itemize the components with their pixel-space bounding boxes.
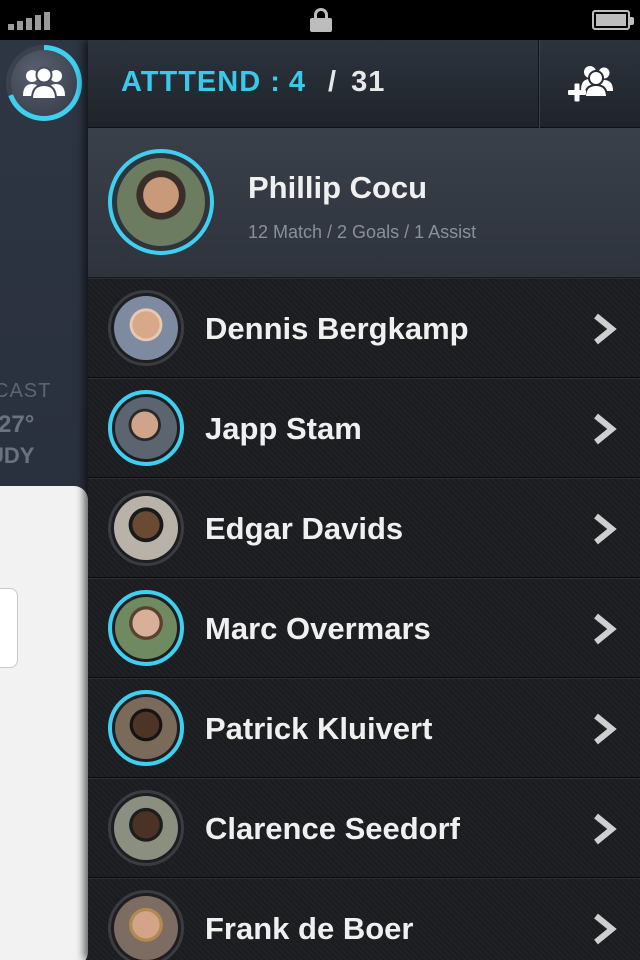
player-list: Dennis Bergkamp Japp Stam Edgar Davids Marc… <box>88 278 640 960</box>
player-avatar <box>108 490 184 566</box>
team-button[interactable] <box>6 45 82 121</box>
side-card <box>0 486 88 960</box>
status-bar <box>0 0 640 40</box>
player-row[interactable]: Japp Stam <box>88 378 640 478</box>
attend-total: 31 <box>351 66 386 98</box>
player-avatar <box>108 890 184 960</box>
player-name: Dennis Bergkamp <box>205 311 469 346</box>
chevron-right-icon[interactable] <box>590 312 620 346</box>
player-name: Edgar Davids <box>205 511 404 546</box>
add-player-icon <box>567 66 613 102</box>
attendance-panel: ATTTEND :4 / 31 Phillip Cocu 12 Match / 2 … <box>88 40 640 960</box>
lock-icon <box>310 8 332 32</box>
chevron-right-icon[interactable] <box>590 912 620 946</box>
chevron-right-icon[interactable] <box>590 812 620 846</box>
attend-label: ATTTEND : <box>121 66 281 98</box>
featured-player-avatar <box>108 149 214 255</box>
weather-label: CAST <box>0 380 52 402</box>
player-avatar <box>108 790 184 866</box>
battery-icon <box>592 10 634 30</box>
player-row[interactable]: Clarence Seedorf <box>88 778 640 878</box>
player-name: Patrick Kluivert <box>205 711 433 746</box>
featured-player-name: Phillip Cocu <box>248 170 428 205</box>
player-row[interactable]: Patrick Kluivert <box>88 678 640 778</box>
player-avatar <box>108 590 184 666</box>
player-row[interactable]: Marc Overmars <box>88 578 640 678</box>
player-name: Clarence Seedorf <box>205 811 460 846</box>
weather-temperature: 27° <box>0 411 35 438</box>
chevron-right-icon[interactable] <box>590 412 620 446</box>
attend-count: 4 <box>288 66 307 98</box>
player-avatar <box>108 390 184 466</box>
chevron-right-icon[interactable] <box>590 712 620 746</box>
attend-separator: / <box>328 66 338 98</box>
player-row[interactable]: Dennis Bergkamp <box>88 278 640 378</box>
player-name: Japp Stam <box>205 411 362 446</box>
chevron-right-icon[interactable] <box>590 512 620 546</box>
featured-player-stats: 12 Match / 2 Goals / 1 Assist <box>248 222 477 242</box>
player-row[interactable]: Edgar Davids <box>88 478 640 578</box>
chevron-right-icon[interactable] <box>590 612 620 646</box>
weather-condition: UDY <box>0 443 35 468</box>
side-card-tab[interactable] <box>0 588 18 668</box>
weather-widget: CAST 27° UDY <box>0 380 51 469</box>
featured-player[interactable]: Phillip Cocu 12 Match / 2 Goals / 1 Assi… <box>88 128 640 278</box>
signal-icon <box>8 10 50 30</box>
add-player-button[interactable] <box>538 40 640 128</box>
player-avatar <box>108 290 184 366</box>
player-row[interactable]: Frank de Boer <box>88 878 640 960</box>
player-name: Marc Overmars <box>205 611 431 646</box>
player-avatar <box>108 690 184 766</box>
header: ATTTEND :4 / 31 <box>88 40 640 128</box>
attend-counter: ATTTEND :4 / 31 <box>121 66 385 99</box>
team-icon <box>23 66 65 100</box>
side-panel: CAST 27° UDY <box>0 40 90 960</box>
player-name: Frank de Boer <box>205 911 414 946</box>
